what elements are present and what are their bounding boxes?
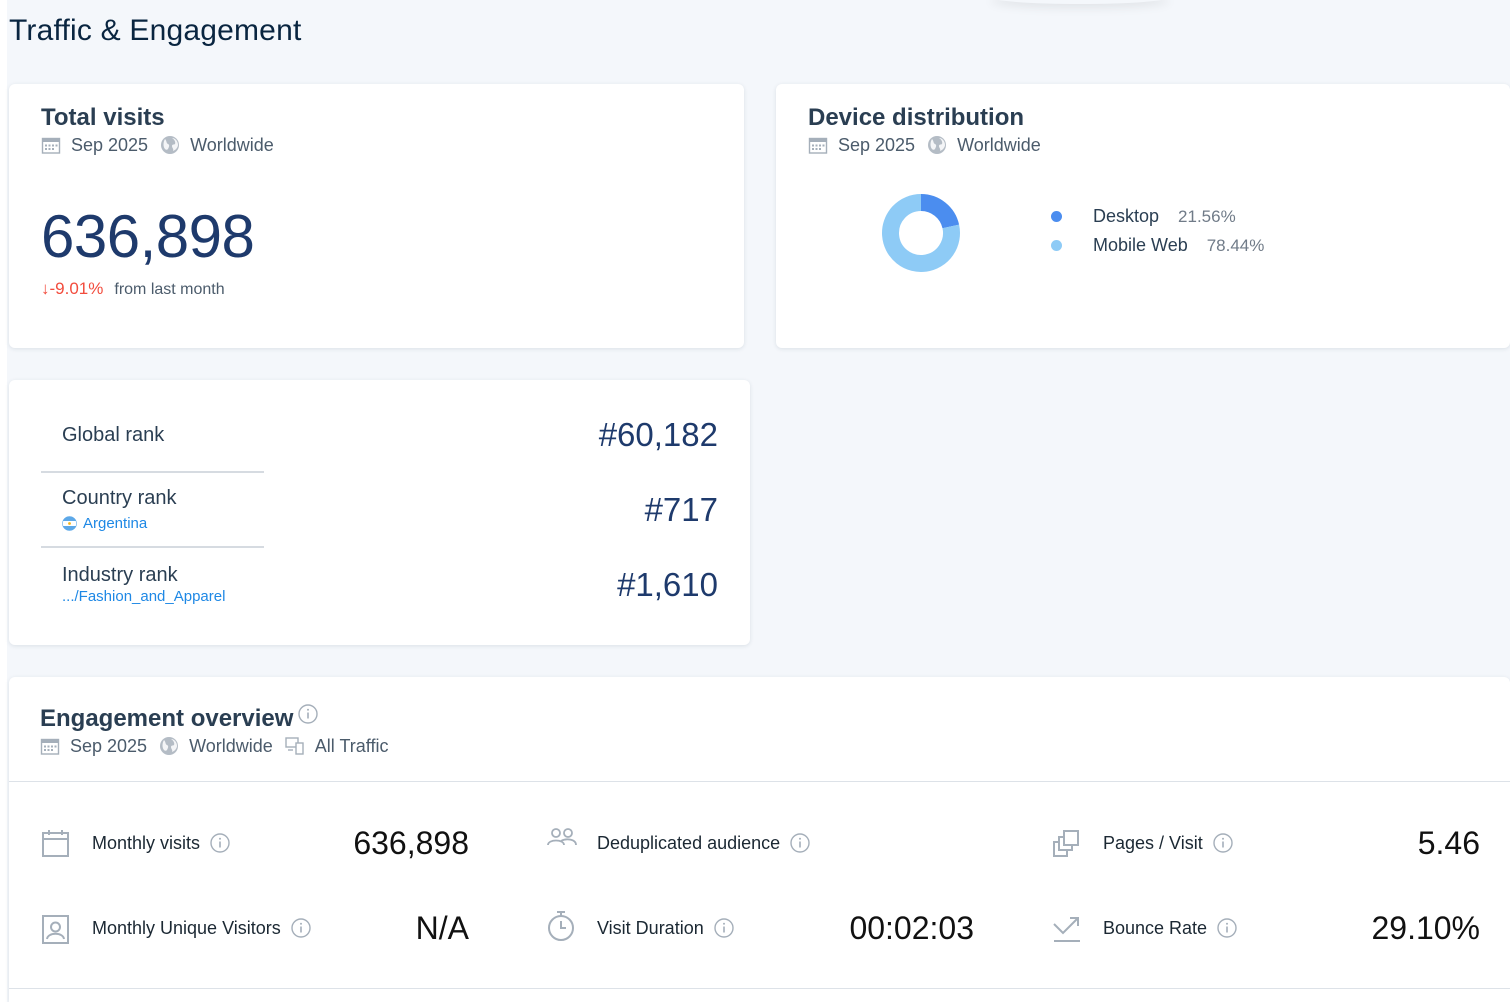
country-rank-label: Country rank [62,487,177,509]
unique-visitors-value: N/A [415,909,469,946]
argentina-flag-icon [62,516,77,531]
engagement-region: Worldwide [189,735,273,756]
metric-deduplicated-audience: Deduplicated audience [546,823,974,863]
visits-change-suffix: from last month [114,281,225,298]
desktop-label: Desktop [1093,206,1160,226]
visits-change: ↓-9.01% from last month [41,279,225,299]
person-badge-icon [42,915,69,944]
monthly-visits-label-row: Monthly visits [92,832,231,854]
visits-change-percent: ↓-9.01% [41,279,104,298]
engagement-bottom-divider [9,988,1510,989]
device-distribution-title: Device distribution [808,104,1025,131]
bounce-rate-label: Bounce Rate [1103,917,1208,938]
device-distribution-card: Device distribution Sep 2025 Worldwide D… [776,84,1510,348]
stopwatch-icon [548,911,574,941]
dedup-audience-label: Deduplicated audience [597,832,781,853]
metric-visit-duration: Visit Duration 00:02:03 [546,908,974,948]
device-distribution-meta: Sep 2025 Worldwide [808,134,1053,156]
engagement-overview-card: Engagement overview Sep 2025 Worldwide A… [9,677,1510,1002]
info-icon[interactable] [290,917,312,939]
info-icon[interactable] [209,832,231,854]
info-icon[interactable] [713,917,735,939]
ranks-card: Global rank #60,182 Country rank Argenti… [9,380,750,645]
total-visits-region: Worldwide [190,134,274,155]
info-icon[interactable] [789,832,811,854]
info-icon[interactable] [297,703,319,725]
industry-rank-row: Industry rank .../Fashion_and_Apparel #1… [41,548,718,622]
country-rank-value: #717 [644,491,718,528]
device-distribution-date: Sep 2025 [838,134,916,155]
page-title: Traffic & Engagement [9,14,302,47]
mobile-web-value: 78.44% [1206,235,1265,255]
legend-item-desktop: Desktop 21.56% [1051,202,1264,231]
industry-rank-label: Industry rank [62,564,178,586]
monthly-visits-label: Monthly visits [92,832,201,853]
device-distribution-region: Worldwide [957,134,1041,155]
pages-visit-value: 5.46 [1417,824,1480,861]
calendar-icon [42,830,69,857]
device-donut-chart[interactable] [876,188,966,278]
info-icon[interactable] [1212,832,1234,854]
global-rank-row: Global rank #60,182 [41,398,718,472]
devices-icon [285,737,304,755]
globe-icon [161,136,180,154]
bounce-rate-value: 29.10% [1371,909,1480,946]
global-rank-label: Global rank [62,424,165,446]
country-name: Argentina [83,515,148,532]
metric-bounce-rate: Bounce Rate 29.10% [1052,908,1480,948]
visit-duration-label-row: Visit Duration [597,917,735,939]
unique-visitors-label-row: Monthly Unique Visitors [92,917,312,939]
mobile-web-dot [1051,240,1062,251]
calendar-icon [808,137,828,154]
total-visits-card: Total visits Sep 2025 Worldwide 636,898 … [9,84,744,348]
globe-icon [928,136,947,154]
total-visits-title: Total visits [41,104,165,131]
engagement-meta: Sep 2025 Worldwide All Traffic [40,735,400,757]
engagement-divider [9,781,1510,782]
people-icon [547,828,577,846]
total-visits-value: 636,898 [41,203,255,270]
globe-icon [160,737,179,755]
engagement-title: Engagement overview [40,705,294,732]
calendar-icon [40,738,60,755]
country-link[interactable]: Argentina [62,515,147,532]
donut-slice-desktop[interactable] [920,194,960,229]
engagement-date: Sep 2025 [70,735,148,756]
engagement-traffic: All Traffic [314,735,389,756]
industry-rank-value: #1,610 [617,566,718,603]
unique-visitors-label: Monthly Unique Visitors [92,917,281,938]
desktop-value: 21.56% [1178,206,1236,226]
device-legend: Desktop 21.56% Mobile Web 78.44% [1051,202,1264,260]
bounce-arrow-icon [1053,917,1080,942]
country-rank-row: Country rank Argentina #717 [41,473,718,547]
total-visits-meta: Sep 2025 Worldwide [41,134,286,156]
total-visits-date: Sep 2025 [71,134,149,155]
global-rank-value: #60,182 [598,416,718,453]
desktop-dot [1051,211,1062,222]
industry-link[interactable]: .../Fashion_and_Apparel [62,588,225,605]
monthly-visits-value: 636,898 [353,824,469,861]
bounce-rate-label-row: Bounce Rate [1103,917,1238,939]
visit-duration-value: 00:02:03 [849,909,974,946]
pages-visit-label-row: Pages / Visit [1103,832,1234,854]
metric-monthly-unique-visitors: Monthly Unique Visitors N/A [41,908,469,948]
metric-monthly-visits: Monthly visits 636,898 [41,823,469,863]
legend-item-mobile-web: Mobile Web 78.44% [1051,231,1264,260]
pages-visit-label: Pages / Visit [1103,832,1203,853]
info-icon[interactable] [1216,917,1238,939]
visit-duration-label: Visit Duration [597,917,704,938]
calendar-icon [41,137,61,154]
dedup-audience-label-row: Deduplicated audience [597,832,811,854]
engagement-title-row: Engagement overview [40,703,400,733]
mobile-web-label: Mobile Web [1093,235,1188,255]
pages-icon [1053,830,1079,857]
metric-pages-per-visit: Pages / Visit 5.46 [1052,823,1480,863]
